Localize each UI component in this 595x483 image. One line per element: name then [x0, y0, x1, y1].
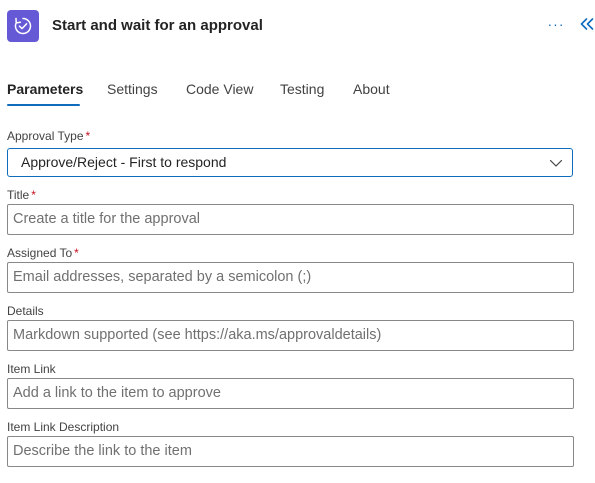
details-input[interactable]: Markdown supported (see https://aka.ms/a… — [7, 320, 574, 351]
tab-settings[interactable]: Settings — [107, 78, 158, 100]
item-link-placeholder: Add a link to the item to approve — [13, 385, 221, 401]
required-mark: * — [74, 246, 79, 260]
approval-type-value: Approve/Reject - First to respond — [21, 154, 227, 170]
action-title: Start and wait for an approval — [52, 17, 263, 34]
required-mark: * — [31, 188, 36, 202]
collapse-panel-button[interactable] — [579, 14, 595, 34]
active-tab-indicator — [7, 104, 80, 106]
chevron-down-icon — [549, 159, 563, 167]
tab-bar: Parameters Settings Code View Testing Ab… — [0, 78, 595, 108]
approval-type-label: Approval Type * — [7, 129, 91, 143]
item-link-label: Item Link — [7, 362, 56, 376]
assigned-to-placeholder: Email addresses, separated by a semicolo… — [13, 269, 312, 285]
assigned-to-label: Assigned To * — [7, 246, 79, 260]
details-label: Details — [7, 304, 44, 318]
title-label: Title * — [7, 188, 36, 202]
item-link-input[interactable]: Add a link to the item to approve — [7, 378, 574, 409]
item-link-description-label: Item Link Description — [7, 420, 120, 434]
details-placeholder: Markdown supported (see https://aka.ms/a… — [13, 327, 382, 343]
title-input[interactable]: Create a title for the approval — [7, 204, 574, 235]
assigned-to-input[interactable]: Email addresses, separated by a semicolo… — [7, 262, 574, 293]
item-link-description-placeholder: Describe the link to the item — [13, 443, 192, 459]
required-mark: * — [85, 129, 91, 143]
more-options-button[interactable]: ··· — [546, 14, 566, 34]
item-link-description-input[interactable]: Describe the link to the item — [7, 436, 574, 467]
tab-testing[interactable]: Testing — [280, 78, 324, 100]
tab-about[interactable]: About — [353, 78, 390, 100]
tab-parameters[interactable]: Parameters — [7, 78, 83, 100]
double-chevron-left-icon — [580, 18, 594, 30]
approval-type-dropdown[interactable]: Approve/Reject - First to respond — [7, 148, 573, 177]
approval-icon — [7, 10, 39, 42]
tab-code-view[interactable]: Code View — [186, 78, 253, 100]
panel-header: Start and wait for an approval ··· — [0, 0, 595, 54]
title-placeholder: Create a title for the approval — [13, 211, 200, 227]
